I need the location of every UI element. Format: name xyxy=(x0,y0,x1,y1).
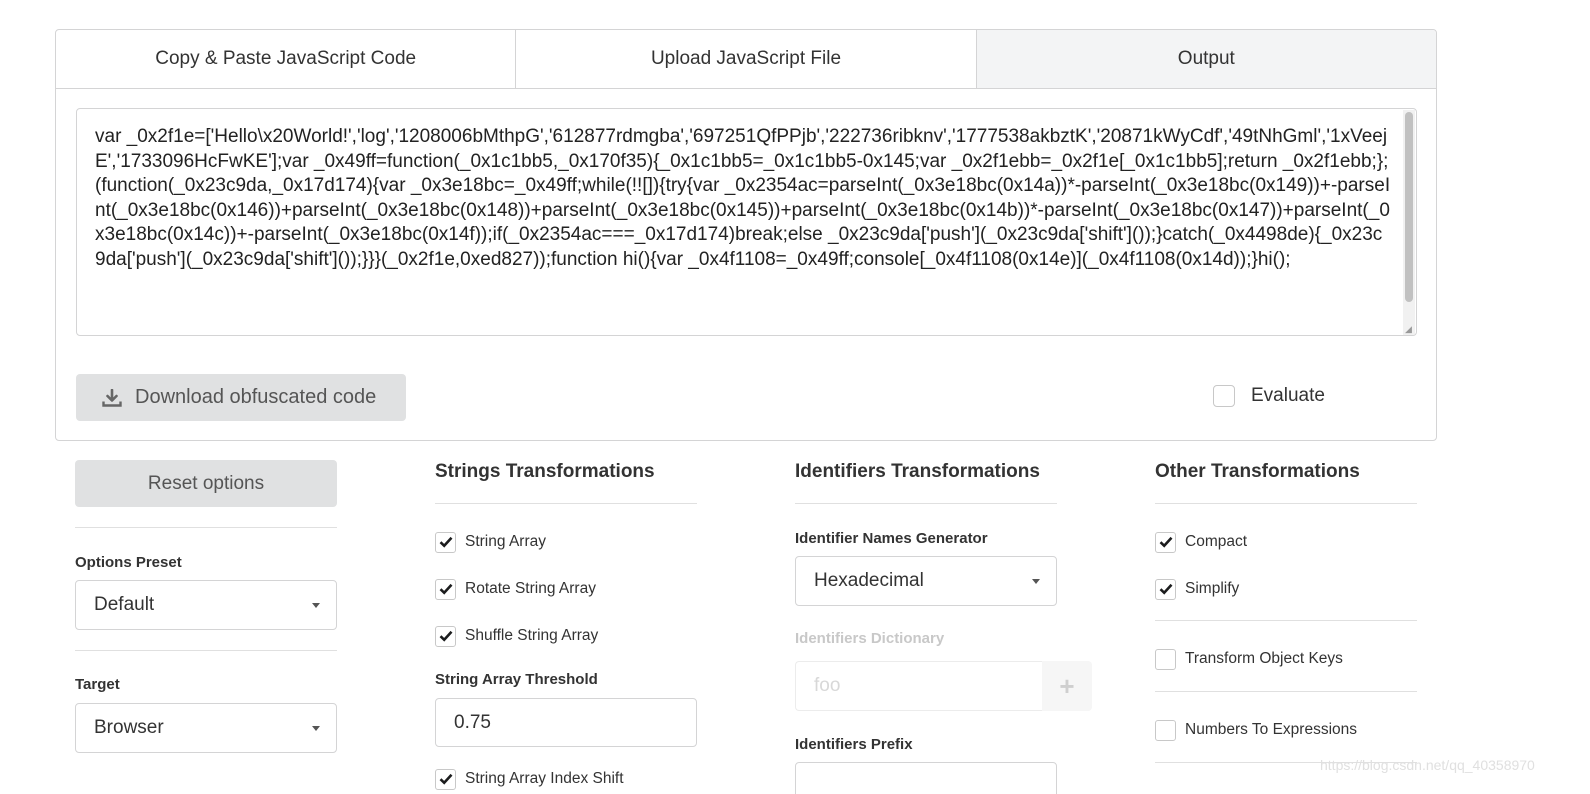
checkmark-icon xyxy=(439,630,452,642)
checkbox-box[interactable] xyxy=(435,625,456,647)
compact-checkbox[interactable]: Compact xyxy=(1155,530,1417,554)
shuffle-string-array-label: Shuffle String Array xyxy=(465,627,599,644)
checkmark-icon xyxy=(1159,583,1172,595)
code-scrollbar[interactable] xyxy=(1403,110,1415,335)
resize-grip-icon[interactable]: ◢ xyxy=(1405,325,1414,334)
string-array-index-shift-label: String Array Index Shift xyxy=(465,770,624,787)
target-value: Browser xyxy=(94,717,164,738)
divider xyxy=(75,527,337,528)
options-preset-select[interactable]: Default xyxy=(75,580,337,630)
output-code-text: var _0x2f1e=['Hello\x20World!','log','12… xyxy=(95,126,1391,270)
other-transformations-title: Other Transformations xyxy=(1155,460,1417,504)
target-label: Target xyxy=(75,676,120,693)
divider xyxy=(75,650,337,651)
code-scrollbar-thumb[interactable] xyxy=(1405,112,1413,302)
divider xyxy=(1155,620,1417,621)
download-icon xyxy=(102,388,122,407)
string-array-index-shift-checkbox[interactable]: String Array Index Shift xyxy=(435,767,697,791)
identifiers-dictionary-input[interactable]: foo xyxy=(795,661,1043,711)
checkbox-box[interactable] xyxy=(435,531,456,553)
checkbox-box[interactable] xyxy=(1155,578,1176,600)
string-array-threshold-input[interactable]: 0.75 xyxy=(435,698,697,747)
evaluate-checkbox[interactable]: Evaluate xyxy=(1213,385,1325,407)
checkmark-icon xyxy=(439,583,452,595)
checkmark-icon xyxy=(439,773,452,785)
numbers-to-expressions-label: Numbers To Expressions xyxy=(1185,721,1358,738)
evaluate-checkbox-box[interactable] xyxy=(1213,385,1235,407)
chevron-down-icon xyxy=(1032,579,1040,584)
string-array-threshold-label: String Array Threshold xyxy=(435,671,598,688)
string-array-threshold-value: 0.75 xyxy=(454,711,491,733)
identifiers-dictionary-placeholder: foo xyxy=(814,675,841,696)
obfuscator-panel: Copy & Paste JavaScript Code Upload Java… xyxy=(55,29,1437,441)
transform-object-keys-label: Transform Object Keys xyxy=(1185,650,1343,667)
strings-transformations-title: Strings Transformations xyxy=(435,460,697,504)
checkmark-icon xyxy=(439,536,452,548)
identifiers-dictionary-group: foo + xyxy=(795,661,1092,711)
chevron-down-icon xyxy=(312,726,320,731)
compact-label: Compact xyxy=(1185,533,1248,550)
identifiers-transformations-column: Identifiers Transformations Identifier N… xyxy=(795,460,1057,647)
strings-transformations-column: Strings Transformations String Array Rot… xyxy=(435,460,697,791)
tab-upload-file[interactable]: Upload JavaScript File xyxy=(515,30,975,88)
shuffle-string-array-checkbox[interactable]: Shuffle String Array xyxy=(435,624,697,648)
string-array-label: String Array xyxy=(465,533,546,550)
checkbox-box[interactable] xyxy=(435,578,456,600)
identifier-names-generator-value: Hexadecimal xyxy=(814,570,924,591)
tab-bar: Copy & Paste JavaScript Code Upload Java… xyxy=(56,30,1436,89)
checkbox-box[interactable] xyxy=(435,768,456,790)
rotate-string-array-label: Rotate String Array xyxy=(465,580,596,597)
plus-icon[interactable]: + xyxy=(1042,661,1092,711)
numbers-to-expressions-checkbox[interactable]: Numbers To Expressions xyxy=(1155,718,1417,742)
transform-object-keys-checkbox[interactable]: Transform Object Keys xyxy=(1155,647,1417,671)
tab-copy-paste[interactable]: Copy & Paste JavaScript Code xyxy=(56,30,515,88)
target-select[interactable]: Browser xyxy=(75,703,337,753)
string-array-checkbox[interactable]: String Array xyxy=(435,530,697,554)
other-transformations-column: Other Transformations Compact Simplify T… xyxy=(1155,460,1417,763)
options-preset-label: Options Preset xyxy=(75,554,182,571)
divider xyxy=(1155,691,1417,692)
checkbox-box[interactable] xyxy=(1155,719,1176,741)
identifier-names-generator-label: Identifier Names Generator xyxy=(795,530,988,547)
identifier-names-generator-select[interactable]: Hexadecimal xyxy=(795,556,1057,606)
options-preset-value: Default xyxy=(94,594,155,615)
identifiers-prefix-label: Identifiers Prefix xyxy=(795,736,913,753)
checkbox-box[interactable] xyxy=(1155,531,1176,553)
simplify-label: Simplify xyxy=(1185,580,1240,597)
chevron-down-icon xyxy=(312,603,320,608)
identifiers-dictionary-label: Identifiers Dictionary xyxy=(795,630,945,647)
reset-options-button[interactable]: Reset options xyxy=(75,460,337,507)
options-column: Reset options Options Preset Default Tar… xyxy=(75,460,337,753)
rotate-string-array-checkbox[interactable]: Rotate String Array xyxy=(435,577,697,601)
identifiers-transformations-title: Identifiers Transformations xyxy=(795,460,1057,504)
download-obfuscated-button[interactable]: Download obfuscated code xyxy=(76,374,406,421)
output-code-textarea[interactable]: var _0x2f1e=['Hello\x20World!','log','12… xyxy=(76,108,1417,336)
evaluate-label: Evaluate xyxy=(1251,385,1325,406)
identifiers-prefix-input[interactable] xyxy=(795,762,1057,794)
simplify-checkbox[interactable]: Simplify xyxy=(1155,577,1417,601)
tab-output[interactable]: Output xyxy=(975,30,1436,88)
checkbox-box[interactable] xyxy=(1155,648,1176,670)
watermark-text: https://blog.csdn.net/qq_40358970 xyxy=(1320,757,1535,773)
download-button-label: Download obfuscated code xyxy=(135,386,377,408)
checkmark-icon xyxy=(1159,536,1172,548)
